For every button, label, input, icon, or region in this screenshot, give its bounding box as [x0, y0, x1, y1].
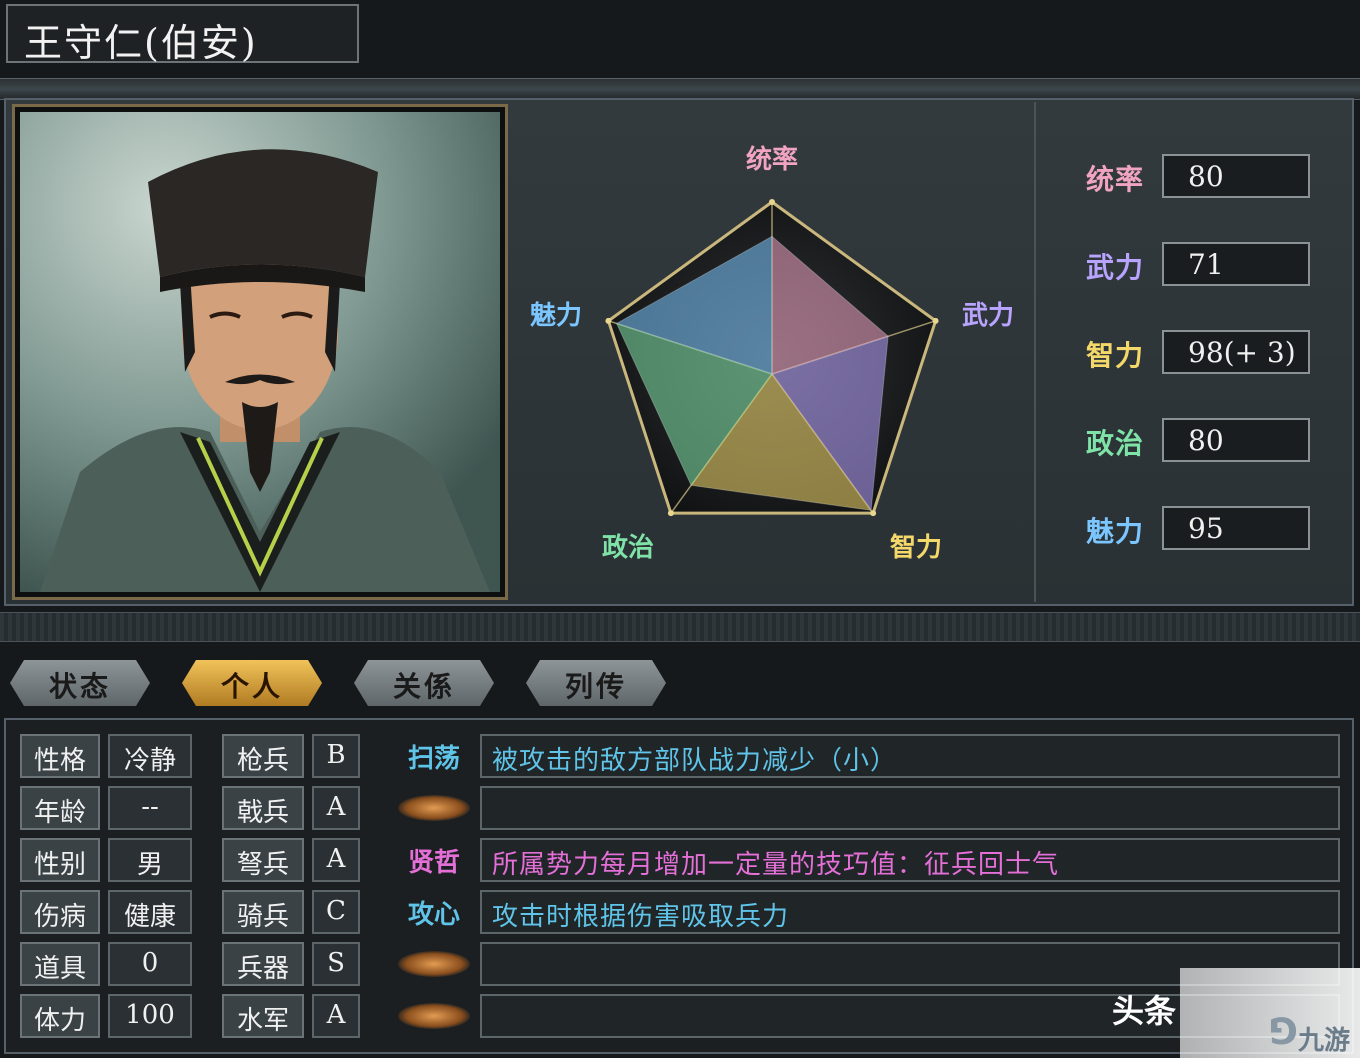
watermark-toutiao: 头条: [1112, 992, 1177, 1030]
watermark-jiuyou: 九游 ⅁: [1180, 968, 1360, 1058]
aptitude-label: 戟兵: [222, 786, 304, 830]
personal-value: 100: [108, 994, 192, 1038]
personal-label: 伤病: [20, 890, 100, 934]
tab-personal[interactable]: 个人: [182, 660, 322, 706]
empty-skill-slot-icon: [398, 1003, 470, 1029]
aptitude-grade: C: [312, 890, 360, 934]
radar-vertex: [667, 510, 674, 517]
skill-name[interactable]: 扫荡: [398, 734, 470, 778]
radar-label-bottom-left: 政治: [602, 532, 654, 563]
aptitude-grade: A: [312, 786, 360, 830]
tab-biography[interactable]: 列传: [526, 660, 666, 706]
stat-value: 80: [1162, 418, 1310, 462]
stat-label: 统率: [1086, 163, 1145, 196]
stat-row-command: 统率 80: [1086, 154, 1348, 198]
radar-svg: 统率 武力 智力 政治 魅力: [530, 144, 1014, 563]
tab-relations[interactable]: 关係: [354, 660, 494, 706]
stat-value: 80: [1162, 154, 1310, 198]
aptitude-label: 枪兵: [222, 734, 304, 778]
radar-vertex: [605, 317, 612, 324]
personal-label: 体力: [20, 994, 100, 1038]
personal-label: 年龄: [20, 786, 100, 830]
personal-label: 性别: [20, 838, 100, 882]
stat-row-charisma: 魅力 95: [1086, 506, 1348, 550]
personal-value: 0: [108, 942, 192, 986]
stat-value: 98(+ 3): [1162, 330, 1310, 374]
stat-row-intelligence: 智力 98(+ 3): [1086, 330, 1348, 374]
stat-label: 政治: [1086, 427, 1145, 460]
skill-description: 被攻击的敌方部队战力减少（小）: [480, 734, 1340, 778]
watermark-jiuyou-text: 九游: [1298, 1026, 1351, 1056]
portrait-illustration: [40, 149, 490, 592]
aptitude-label: 水军: [222, 994, 304, 1038]
personal-label: 性格: [20, 734, 100, 778]
jiuyou-logo-icon: ⅁: [1270, 1012, 1298, 1053]
tab-bar-divider: [0, 612, 1360, 642]
empty-skill-slot-icon: [398, 795, 470, 821]
skill-name[interactable]: 攻心: [398, 890, 470, 934]
character-portrait: [20, 112, 500, 592]
character-name: 王守仁(伯安): [6, 4, 359, 65]
header-divider: [0, 78, 1360, 100]
radar-label-top: 统率: [746, 144, 798, 175]
personal-label: 道具: [20, 942, 100, 986]
aptitude-grade: B: [312, 734, 360, 778]
radar-label-left: 魅力: [530, 300, 582, 331]
stat-label: 魅力: [1086, 515, 1145, 548]
empty-skill-slot-icon: [398, 951, 470, 977]
tab-status[interactable]: 状态: [10, 660, 150, 706]
stat-row-force: 武力 71: [1086, 242, 1348, 286]
aptitude-label: 兵器: [222, 942, 304, 986]
stat-label: 智力: [1086, 339, 1145, 372]
stat-label: 武力: [1086, 251, 1145, 284]
personal-value: 男: [108, 838, 192, 882]
personal-value: --: [108, 786, 192, 830]
radar-vertex: [769, 199, 775, 205]
aptitude-label: 骑兵: [222, 890, 304, 934]
personal-value: 健康: [108, 890, 192, 934]
aptitude-grade: A: [312, 838, 360, 882]
stat-value: 95: [1162, 506, 1310, 550]
radar-label-right: 武力: [962, 301, 1014, 331]
stat-row-politics: 政治 80: [1086, 418, 1348, 462]
aptitude-label: 弩兵: [222, 838, 304, 882]
attribute-radar-chart: 统率 武力 智力 政治 魅力: [514, 102, 1032, 602]
radar-vertex: [932, 317, 939, 324]
radar-vertex: [870, 510, 877, 517]
stats-panel: 统率 80 武力 71 智力 98(+ 3) 政治 80 魅力 95: [1034, 102, 1350, 602]
skill-description: 攻击时根据伤害吸取兵力: [480, 890, 1340, 934]
skill-description: 所属势力每月增加一定量的技巧值：征兵回士气: [480, 838, 1340, 882]
skill-description: [480, 786, 1340, 830]
portrait-frame: [12, 104, 508, 600]
radar-label-bottom-right: 智力: [890, 533, 942, 563]
aptitude-grade: S: [312, 942, 360, 986]
aptitude-grade: A: [312, 994, 360, 1038]
stat-value: 71: [1162, 242, 1310, 286]
skill-name[interactable]: 贤哲: [398, 838, 470, 882]
personal-value: 冷静: [108, 734, 192, 778]
